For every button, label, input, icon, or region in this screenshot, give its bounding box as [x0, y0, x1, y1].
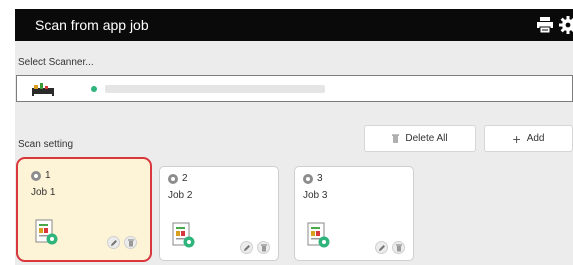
scan-job-document-icon — [307, 222, 330, 248]
job-card-2[interactable]: 2 Job 2 — [159, 166, 279, 261]
trash-icon — [260, 244, 267, 251]
scanner-select[interactable] — [16, 75, 573, 102]
gear-icon[interactable] — [558, 15, 573, 35]
pencil-icon — [378, 244, 385, 251]
add-button[interactable]: + Add — [484, 125, 573, 152]
job-number: 2 — [182, 173, 188, 184]
edit-button[interactable] — [107, 236, 120, 249]
job-card-1[interactable]: 1 Job 1 — [16, 157, 152, 262]
add-label: Add — [526, 133, 545, 144]
job-radio-icon — [31, 170, 41, 181]
main-content: Select Scanner... Scan setting Delete Al… — [15, 41, 573, 265]
plus-icon: + — [512, 130, 521, 147]
job-radio-icon — [303, 173, 313, 184]
scanner-status-dot — [91, 86, 97, 92]
trash-icon — [392, 134, 400, 143]
scanner-icon — [32, 83, 54, 96]
scanner-name-redacted — [105, 85, 325, 93]
job-name: Job 2 — [168, 190, 193, 201]
select-scanner-label: Select Scanner... — [18, 57, 94, 68]
delete-job-button[interactable] — [124, 236, 137, 249]
job-radio-icon — [168, 173, 178, 184]
edit-button[interactable] — [375, 241, 388, 254]
job-number-row: 2 — [168, 173, 188, 184]
job-number-row: 1 — [31, 170, 51, 181]
printer-icon[interactable] — [535, 15, 555, 35]
job-card-3[interactable]: 3 Job 3 — [294, 166, 414, 261]
delete-all-label: Delete All — [405, 133, 448, 144]
edit-button[interactable] — [240, 241, 253, 254]
scan-job-document-icon — [172, 222, 195, 248]
delete-all-button[interactable]: Delete All — [364, 125, 476, 152]
title-bar: Scan from app job — [15, 9, 573, 41]
delete-job-button[interactable] — [392, 241, 405, 254]
job-number: 1 — [45, 170, 51, 181]
job-number-row: 3 — [303, 173, 323, 184]
job-number: 3 — [317, 173, 323, 184]
app-title: Scan from app job — [35, 17, 149, 33]
pencil-icon — [243, 244, 250, 251]
job-name: Job 1 — [31, 187, 56, 198]
delete-job-button[interactable] — [257, 241, 270, 254]
job-name: Job 3 — [303, 190, 328, 201]
trash-icon — [127, 239, 134, 246]
pencil-icon — [110, 239, 117, 246]
scan-job-document-icon — [35, 219, 58, 245]
scan-setting-label: Scan setting — [18, 139, 74, 150]
trash-icon — [395, 244, 402, 251]
